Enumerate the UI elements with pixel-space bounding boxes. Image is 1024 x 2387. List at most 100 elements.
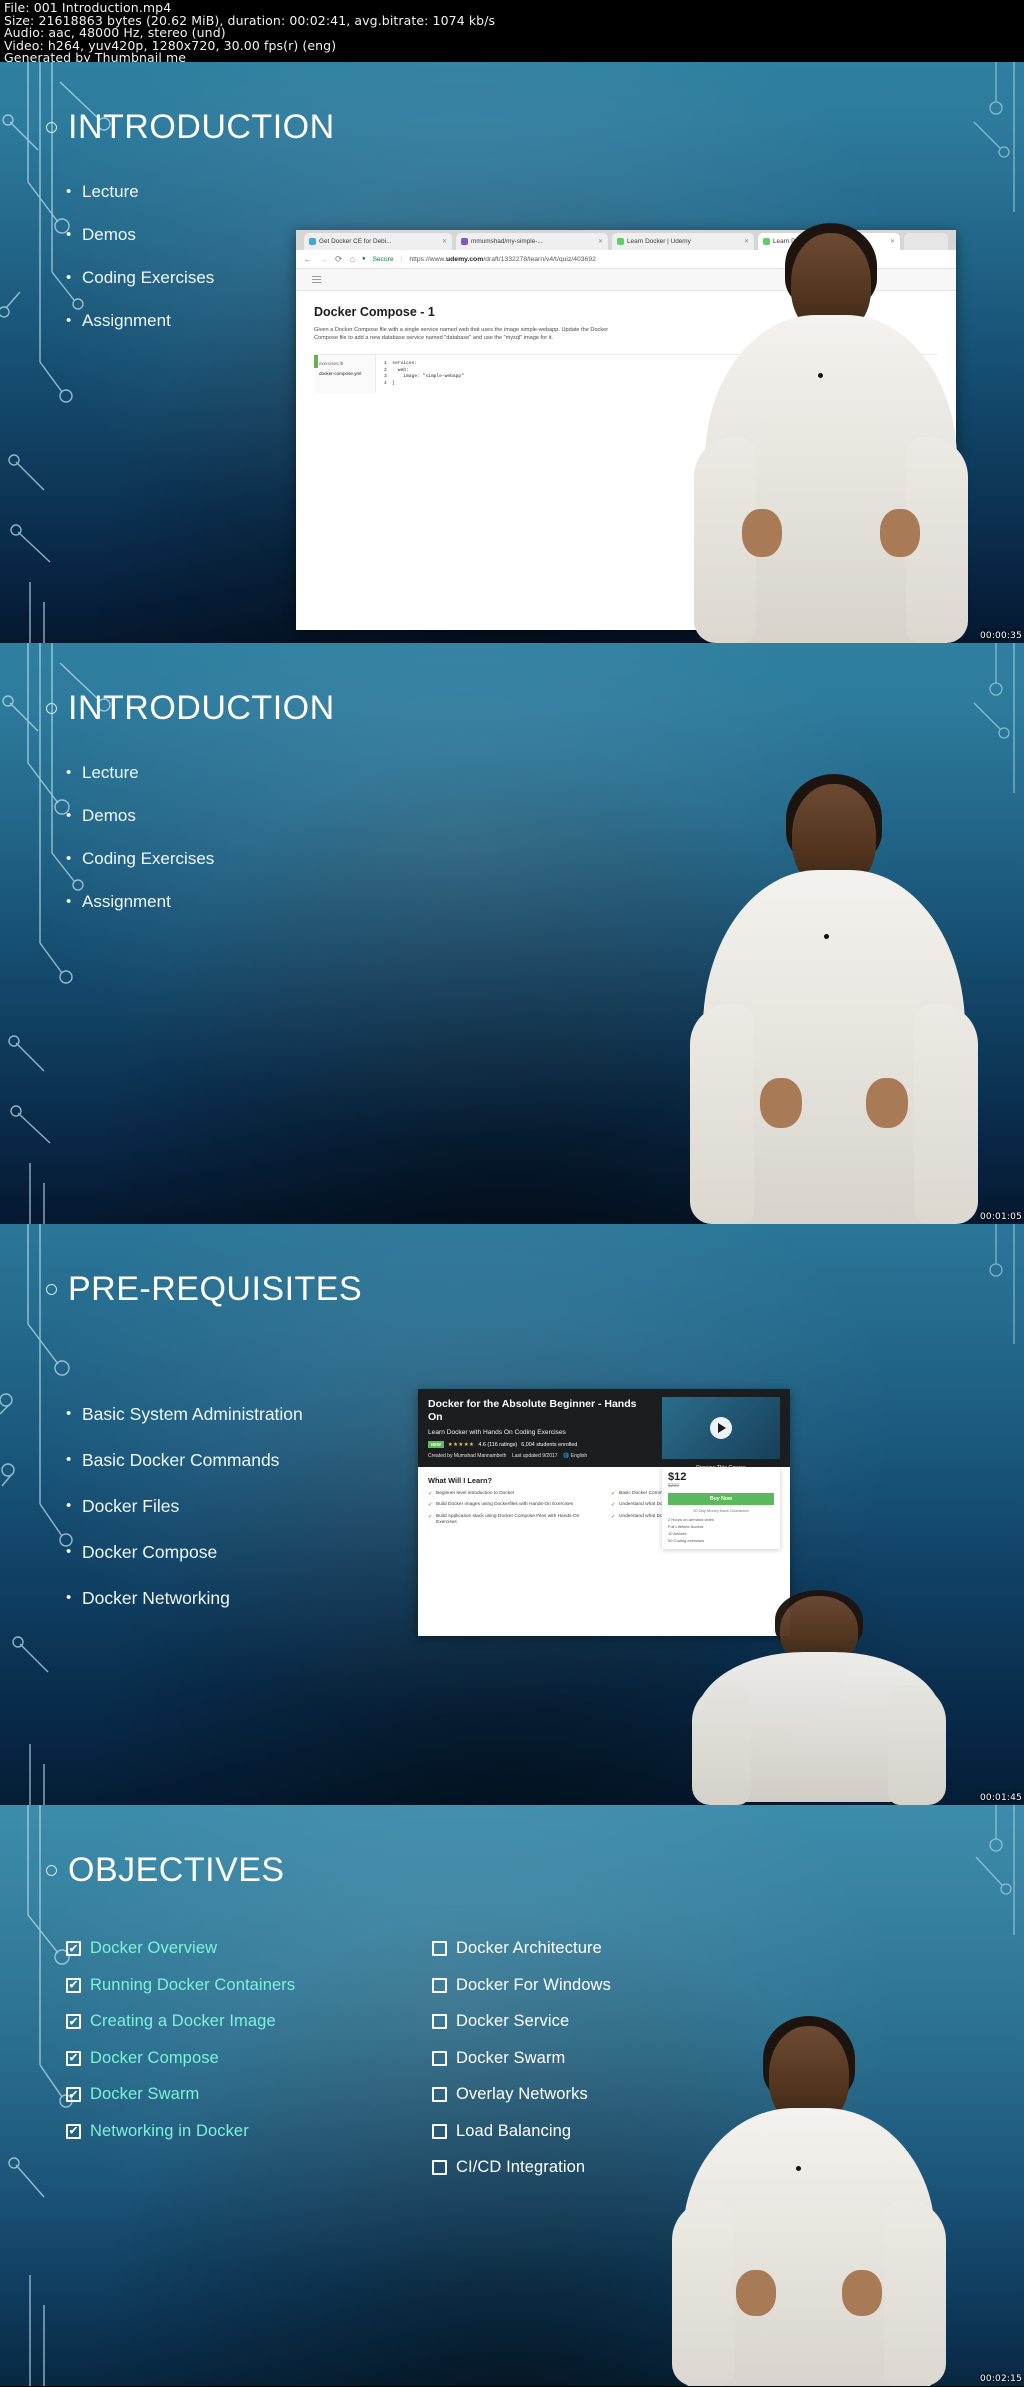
checkbox-checked[interactable] [66,2050,81,2066]
checkbox-checked[interactable] [66,1941,81,1956]
bullet-dot: • [66,312,72,329]
video-frame-4[interactable]: OBJECTIVES Docker Overview Running Docke… [0,1805,1024,2386]
tab-favicon-icon [461,238,468,245]
globe-icon: 🌐 [563,1453,570,1459]
secure-label: Secure [372,255,394,263]
bullet-item: • Demos [66,806,486,826]
bullet-dot: • [66,807,72,824]
thumbnail-contact-sheet: INTRODUCTION • Lecture • Demos • Coding Exe… [0,62,1024,2386]
forward-icon: → [319,254,328,264]
title-bullet-dot [46,703,57,714]
frame-timestamp: 00:01:45 [979,1793,1022,1803]
video-frame-2[interactable]: INTRODUCTION • Lecture • Demos • Coding Exe… [0,643,1024,1224]
play-icon[interactable] [710,1417,732,1439]
objective-row: Docker Swarm [66,2085,386,2104]
checkbox-unchecked[interactable] [432,2014,447,2029]
bullet-item: • Assignment [66,892,486,912]
frame-timestamp: 00:00:35 [979,631,1022,641]
outcome-label: Build Application stack using Docker Com… [436,1513,580,1526]
editor-file-item-selected[interactable]: docker-compose.yml [319,371,370,376]
presenter-figure [664,2016,954,2386]
video-frame-3[interactable]: PRE-REQUISITES • Basic System Administrat… [0,1224,1024,1805]
buy-now-button[interactable]: Buy Now [668,1493,774,1505]
bullet-dot: • [66,1451,72,1468]
objective-label: Creating a Docker Image [90,2012,276,2030]
checkbox-unchecked[interactable] [432,2087,447,2102]
bullet-dot: • [66,1543,72,1560]
course-preview-video[interactable]: Preview This Course [662,1397,780,1471]
objective-row: Docker Architecture [432,1939,752,1958]
editor-file-item[interactable]: exercises.lb [319,361,370,366]
frame-timestamp: 00:02:15 [979,2374,1022,2384]
reload-icon[interactable]: ⟳ [335,254,343,265]
course-price-box[interactable]: $12 $200 Buy Now 30 Day Money Back Guara… [662,1467,780,1549]
bullet-label: Lecture [82,182,139,201]
objective-label: Docker Overview [90,1939,218,1957]
bullet-item: • Coding Exercises [66,849,486,869]
course-author: Created by Mumshad Mannambeth [428,1453,507,1459]
checkbox-unchecked[interactable] [432,2160,447,2175]
bullet-item: • Lecture [66,182,486,202]
check-icon: ✔ [611,1491,616,1497]
checkbox-checked[interactable] [66,2123,81,2139]
bullet-label: Lecture [82,763,139,782]
tab-close-icon[interactable]: ✕ [442,238,447,245]
outcomes-column-left: ✔ Beginner level introduction to Docker ✔… [428,1491,597,1532]
checkbox-unchecked[interactable] [432,2123,447,2139]
back-icon[interactable]: ← [303,254,312,264]
editor-file-list[interactable]: exercises.lb docker-compose.yml [314,355,376,394]
lock-icon: ● [361,256,366,262]
objective-label: Networking in Docker [90,2121,249,2140]
enrolled-count: 6,004 students enrolled [521,1441,578,1448]
bullet-dot: • [66,269,72,286]
frame-timestamp: 00:01:05 [979,1212,1022,1222]
objective-label: Running Docker Containers [90,1975,296,1994]
slide-title-2: INTRODUCTION [68,689,335,727]
url-text[interactable]: https://www.udemy.com/draft/1332278/lear… [409,256,596,263]
title-bullet-dot [46,1284,57,1295]
tab-favicon-icon [617,238,624,245]
url-separator: | [400,255,403,263]
video-frame-1[interactable]: INTRODUCTION • Lecture • Demos • Coding Exe… [0,62,1024,643]
price-original: $200 [668,1483,680,1489]
list-menu-icon[interactable] [312,275,321,284]
video-metadata-header: File: 001 Introduction.mp4 Size: 2161886… [0,0,1024,64]
objective-label: Docker Service [456,2012,570,2030]
checkbox-checked[interactable] [66,2014,81,2029]
objective-row: Docker Compose [66,2049,386,2068]
slide-title-3: PRE-REQUISITES [68,1270,363,1308]
objective-label: Overlay Networks [456,2085,588,2103]
slide-title-4: OBJECTIVES [68,1851,285,1889]
checkbox-unchecked[interactable] [432,1977,447,1993]
objective-label: CI/CD Integration [456,2158,586,2176]
price-feature-list: 2 Hours on-demand video Full Lifetime Ac… [668,1517,774,1543]
exercise-paragraph: Given a Docker Compose file with a singl… [314,327,609,341]
objective-label: Docker Swarm [90,2085,200,2103]
check-icon: ✔ [611,1513,616,1520]
checkbox-checked[interactable] [66,1977,81,1993]
star-rating-icon: ★★★★★ [447,1441,475,1448]
checkbox-checked[interactable] [66,2087,81,2102]
bullet-dot: • [66,1589,72,1606]
course-language: English [570,1453,588,1459]
bullet-dot: • [66,1405,72,1422]
checkbox-unchecked[interactable] [432,1941,447,1956]
objective-label: Load Balancing [456,2121,572,2140]
bullet-label: Coding Exercises [82,849,215,868]
tab-favicon-icon [309,238,316,245]
checkbox-unchecked[interactable] [432,2050,447,2066]
bullet-dot: • [66,764,72,781]
bullet-dot: • [66,226,72,243]
course-title: Docker for the Absolute Beginner - Hands… [428,1398,637,1423]
browser-tab[interactable]: Get Docker CE for Debi... ✕ [304,233,452,250]
outcome-item: ✔ Build Application stack using Docker Co… [428,1514,597,1527]
home-icon[interactable]: ⌂ [350,254,355,264]
browser-tab[interactable]: mmumshad/my-simple-... ✕ [456,233,608,250]
course-updated: Last updated 9/2017 [511,1453,558,1459]
tab-close-icon[interactable]: ✕ [598,238,603,245]
outcome-item: ✔ Beginner level introduction to Docker [428,1491,597,1497]
outcome-label: Beginner level introduction to Docker [436,1491,515,1496]
objective-row: Docker Overview [66,1939,386,1958]
bullet-dot: • [66,850,72,867]
objective-row: Docker For Windows [432,1976,752,1995]
